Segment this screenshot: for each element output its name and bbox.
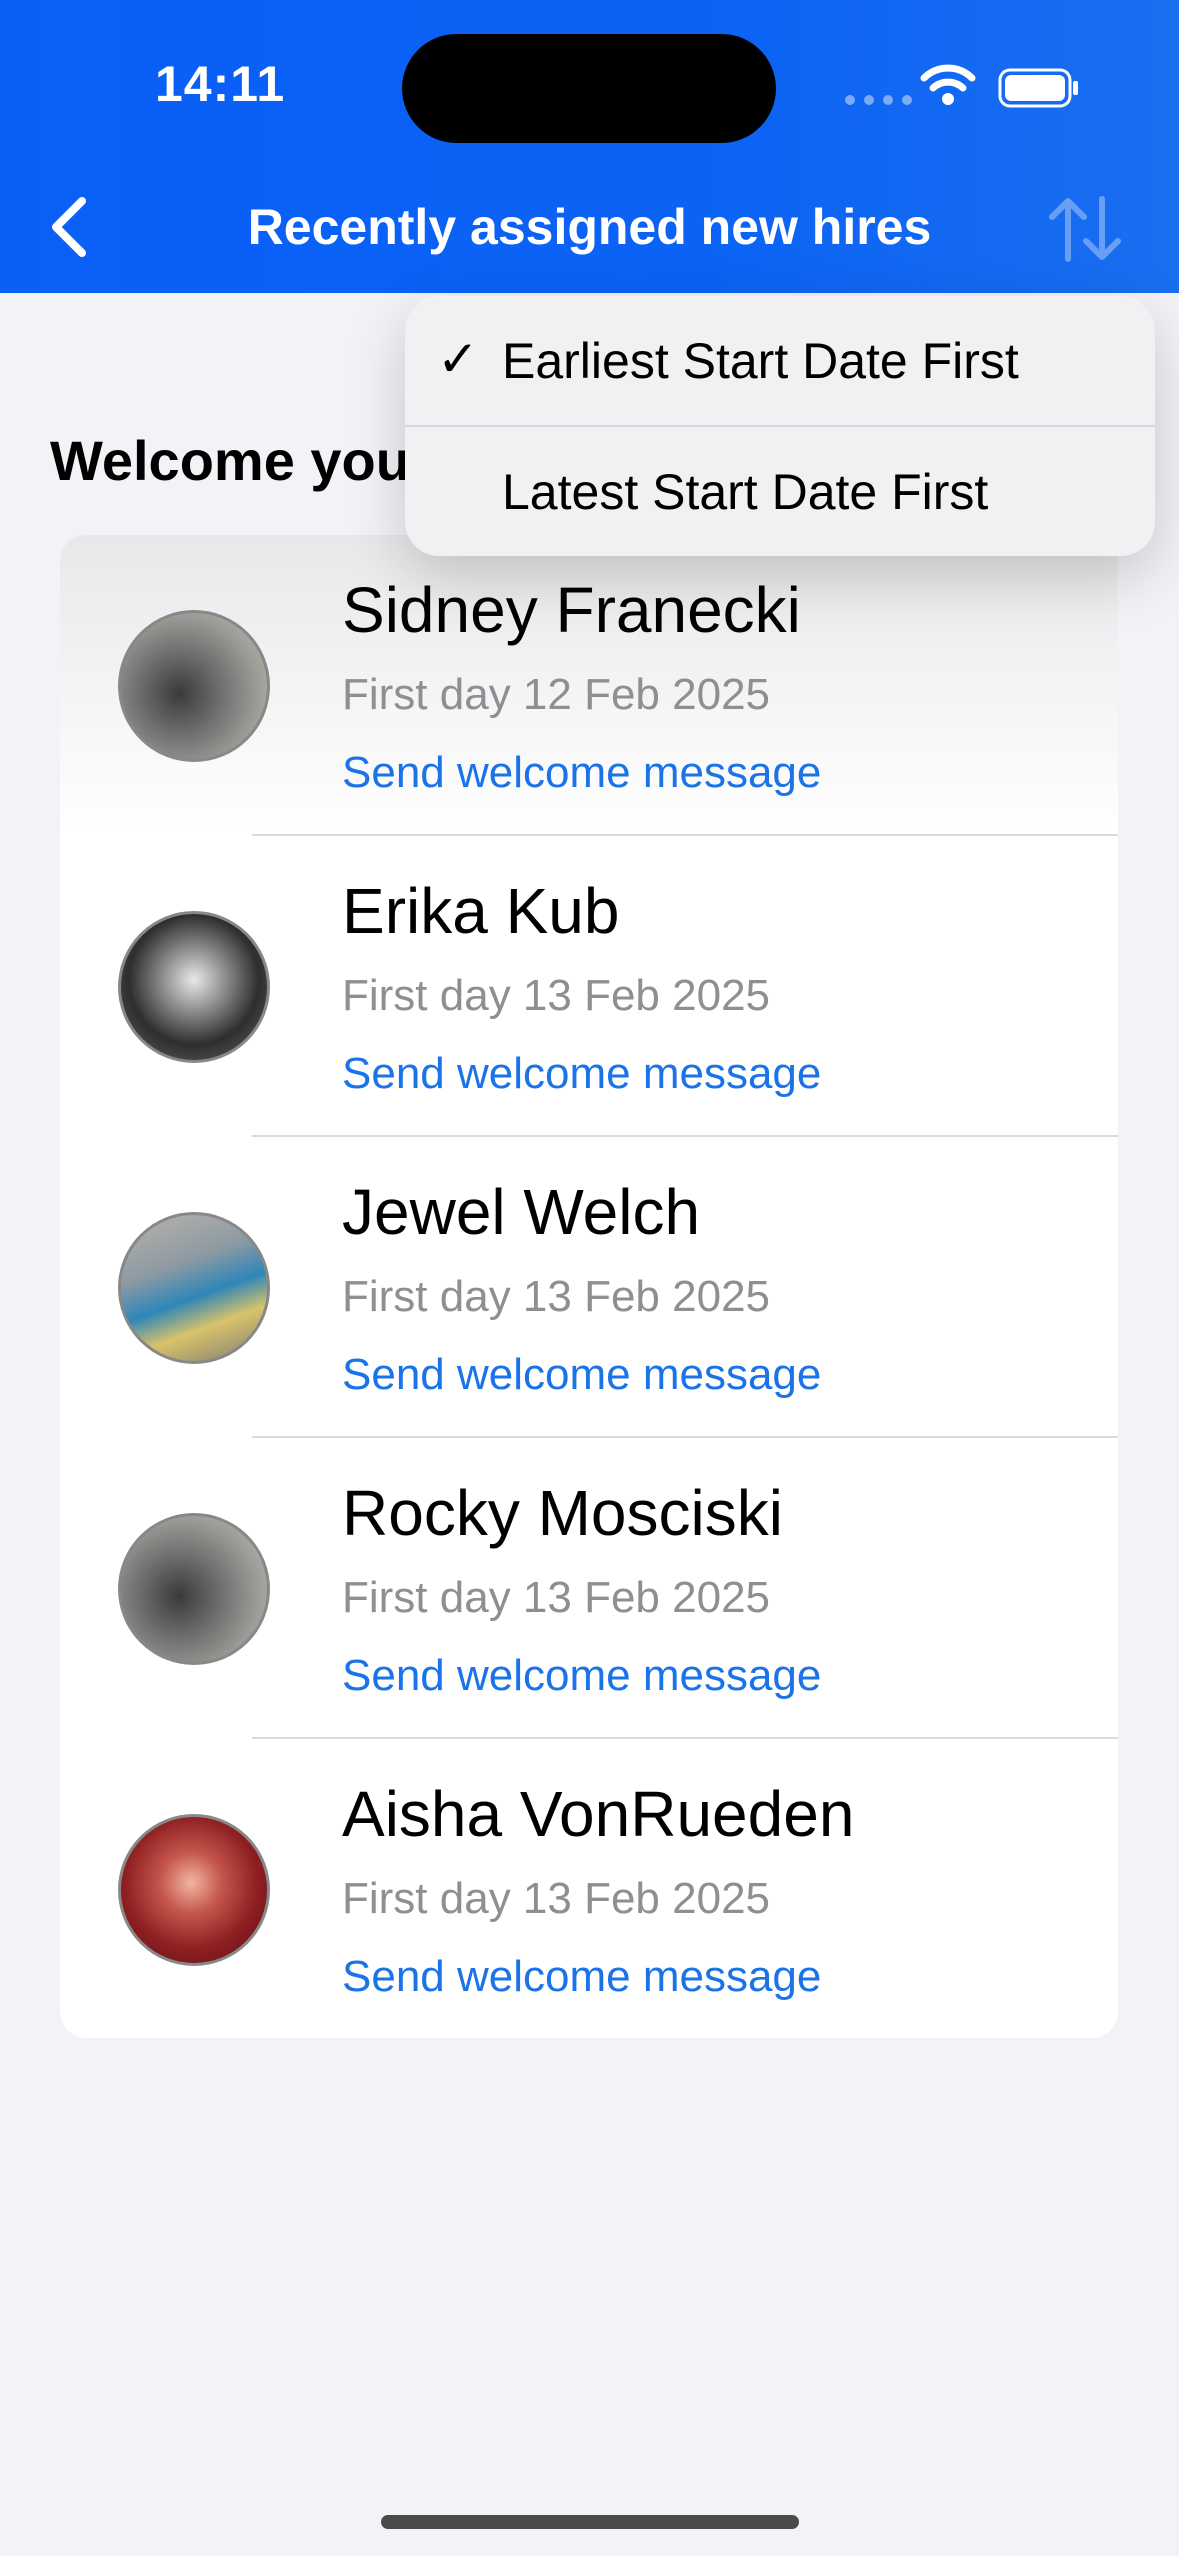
list-item[interactable]: Aisha VonRueden First day 13 Feb 2025 Se…: [60, 1739, 1118, 2038]
list-item[interactable]: Rocky Mosciski First day 13 Feb 2025 Sen…: [60, 1438, 1118, 1739]
list-item[interactable]: Sidney Franecki First day 12 Feb 2025 Se…: [60, 535, 1118, 836]
hire-name: Sidney Franecki: [342, 574, 801, 646]
send-welcome-message-link[interactable]: Send welcome message: [342, 748, 821, 798]
first-day: First day 13 Feb 2025: [342, 971, 771, 1020]
sort-menu: ✓ Earliest Start Date First Latest Start…: [405, 296, 1155, 556]
hire-name: Erika Kub: [342, 875, 620, 947]
sort-option-label: Latest Start Date First: [502, 464, 989, 520]
hire-name: Jewel Welch: [342, 1176, 701, 1248]
cellular-signal-icon: [845, 95, 912, 105]
first-day: First day 13 Feb 2025: [342, 1573, 771, 1622]
status-time: 14:11: [155, 56, 286, 112]
page-title: Recently assigned new hires: [247, 199, 932, 255]
sort-arrows-icon[interactable]: [1046, 195, 1124, 263]
dynamic-island: [402, 34, 776, 143]
sort-option-label: Earliest Start Date First: [502, 333, 1019, 389]
section-title: Welcome you: [50, 429, 410, 492]
avatar: [118, 1814, 270, 1966]
new-hires-list: Sidney Franecki First day 12 Feb 2025 Se…: [60, 535, 1118, 2038]
sort-option-earliest[interactable]: ✓ Earliest Start Date First: [405, 296, 1155, 426]
wifi-icon: [920, 64, 976, 105]
hire-name: Aisha VonRueden: [342, 1778, 855, 1850]
send-welcome-message-link[interactable]: Send welcome message: [342, 1952, 821, 2002]
first-day: First day 13 Feb 2025: [342, 1874, 771, 1923]
list-item[interactable]: Erika Kub First day 13 Feb 2025 Send wel…: [60, 836, 1118, 1137]
avatar: [118, 911, 270, 1063]
first-day: First day 13 Feb 2025: [342, 1272, 771, 1321]
first-day: First day 12 Feb 2025: [342, 670, 771, 719]
list-item[interactable]: Jewel Welch First day 13 Feb 2025 Send w…: [60, 1137, 1118, 1438]
avatar: [118, 610, 270, 762]
navigation-bar: 14:11 Recently assigned new hires: [0, 0, 1179, 293]
avatar: [118, 1513, 270, 1665]
home-indicator[interactable]: [381, 2515, 799, 2529]
avatar: [118, 1212, 270, 1364]
battery-icon: [998, 68, 1078, 108]
send-welcome-message-link[interactable]: Send welcome message: [342, 1049, 821, 1099]
hire-name: Rocky Mosciski: [342, 1477, 783, 1549]
checkmark-icon: ✓: [437, 331, 479, 387]
send-welcome-message-link[interactable]: Send welcome message: [342, 1651, 821, 1701]
sort-option-latest[interactable]: Latest Start Date First: [405, 427, 1155, 556]
send-welcome-message-link[interactable]: Send welcome message: [342, 1350, 821, 1400]
